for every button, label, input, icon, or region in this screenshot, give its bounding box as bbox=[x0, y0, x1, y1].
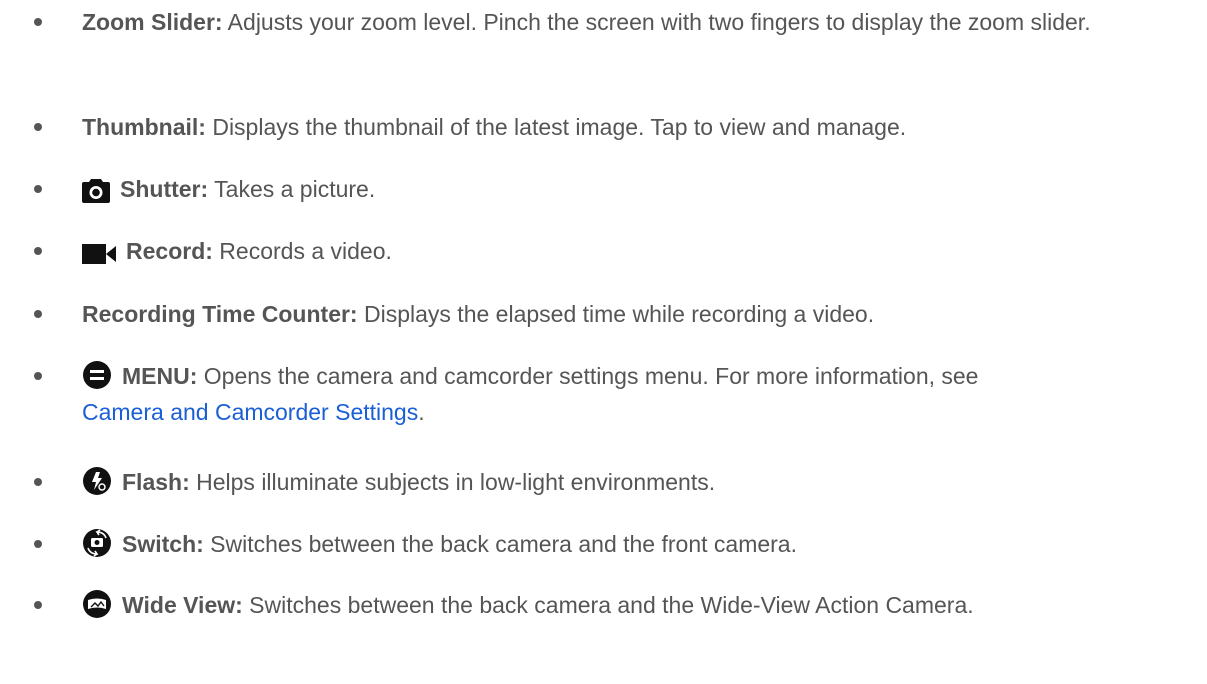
bullet bbox=[34, 310, 42, 318]
description: Helps illuminate subjects in low-light e… bbox=[189, 469, 716, 495]
list-item-text: Recording Time Counter: Displays the ela… bbox=[82, 296, 1194, 332]
term-label: Shutter: bbox=[120, 176, 209, 202]
bullet bbox=[34, 18, 42, 26]
bullet bbox=[34, 372, 42, 380]
bullet bbox=[34, 185, 42, 193]
description: Takes a picture. bbox=[208, 176, 376, 202]
menu-circle-icon bbox=[82, 360, 112, 390]
switch-camera-icon bbox=[82, 528, 112, 558]
list-item-text: Wide View: Switches between the back cam… bbox=[82, 587, 1194, 623]
bullet bbox=[34, 123, 42, 131]
link-period: . bbox=[418, 399, 425, 425]
term-label: Thumbnail: bbox=[82, 114, 206, 140]
bullet bbox=[34, 601, 42, 609]
description: Records a video. bbox=[212, 238, 392, 264]
wide-view-icon bbox=[82, 589, 112, 619]
description: Displays the thumbnail of the latest ima… bbox=[205, 114, 907, 140]
bullet bbox=[34, 478, 42, 486]
list-item-text: Zoom Slider: Adjusts your zoom level. Pi… bbox=[82, 4, 1194, 40]
camera-shutter-icon bbox=[82, 177, 110, 203]
video-camera-icon bbox=[82, 243, 116, 265]
description: Displays the elapsed time while recordin… bbox=[357, 301, 875, 327]
term-label: Record: bbox=[126, 238, 213, 264]
description: Opens the camera and camcorder settings … bbox=[197, 363, 979, 389]
term-label: Wide View: bbox=[122, 592, 243, 618]
term-label: Recording Time Counter: bbox=[82, 301, 358, 327]
term-label: Flash: bbox=[122, 469, 190, 495]
description: Adjusts your zoom level. Pinch the scree… bbox=[222, 9, 1091, 35]
list-item-text: Shutter: Takes a picture. bbox=[82, 171, 1194, 207]
term-label: Switch: bbox=[122, 531, 204, 557]
list-item-text: Flash: Helps illuminate subjects in low-… bbox=[82, 464, 1194, 500]
list-item-text: MENU: Opens the camera and camcorder set… bbox=[82, 358, 1194, 430]
bullet bbox=[34, 540, 42, 548]
description: Switches between the back camera and the… bbox=[242, 592, 974, 618]
description: Switches between the back camera and the… bbox=[203, 531, 797, 557]
term-label: Zoom Slider: bbox=[82, 9, 223, 35]
term-label: MENU: bbox=[122, 363, 198, 389]
bullet bbox=[34, 247, 42, 255]
camera-settings-link[interactable]: Camera and Camcorder Settings bbox=[82, 399, 418, 425]
list-item-text: Thumbnail: Displays the thumbnail of the… bbox=[82, 109, 1194, 145]
list-item-text: Record: Records a video. bbox=[82, 233, 1194, 269]
list-item-text: Switch: Switches between the back camera… bbox=[82, 526, 1194, 562]
flash-icon bbox=[82, 466, 112, 496]
